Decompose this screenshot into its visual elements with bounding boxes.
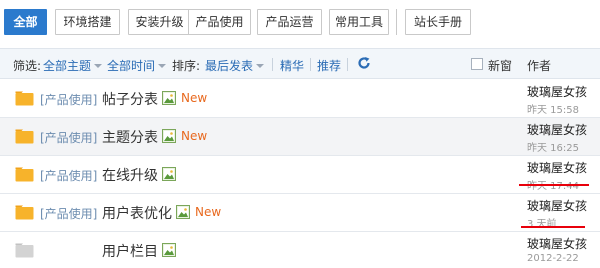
- red-underline-annotation: [519, 184, 589, 186]
- folder-icon: [15, 91, 34, 106]
- thread-date: 昨天 16:25: [527, 143, 579, 154]
- folder-icon: [15, 243, 34, 258]
- thread-title-link[interactable]: 主题分表: [102, 127, 158, 147]
- recommend-link[interactable]: 推荐: [317, 57, 341, 74]
- new-badge: New: [181, 91, 208, 105]
- time-filter-dropdown[interactable]: 全部时间: [107, 57, 167, 74]
- tab-product-usage[interactable]: 产品使用: [188, 9, 251, 35]
- thread-row[interactable]: [产品使用] 用户表优化 New 玻璃屋女孩 3 天前: [0, 194, 600, 232]
- thread-author-link[interactable]: 玻璃屋女孩: [527, 159, 587, 176]
- thread-prefix-link[interactable]: [产品使用]: [40, 91, 97, 108]
- thread-title-link[interactable]: 用户表优化: [102, 203, 172, 223]
- thread-author-link[interactable]: 玻璃屋女孩: [527, 83, 587, 100]
- thread-author-link[interactable]: 玻璃屋女孩: [527, 121, 587, 138]
- time-filter-label: 全部时间: [107, 59, 156, 73]
- tab-install-upgrade[interactable]: 安装升级: [128, 9, 191, 35]
- thread-date: 昨天 15:58: [527, 105, 579, 116]
- filter-label: 筛选:: [13, 59, 42, 73]
- thread-prefix-link[interactable]: [产品使用]: [40, 167, 97, 184]
- filter-divider: [347, 58, 348, 71]
- filter-bar: 筛选: 全部主题 全部时间 排序: 最后发表 精华 推荐 新窗 作者: [0, 48, 600, 79]
- new-badge: New: [181, 129, 208, 143]
- filter-divider: [272, 58, 273, 71]
- image-attachment-icon: [162, 167, 176, 181]
- new-badge: New: [195, 205, 222, 219]
- tab-all[interactable]: 全部: [4, 9, 47, 35]
- tab-product-operations[interactable]: 产品运营: [257, 9, 322, 35]
- new-window-checkbox[interactable]: [471, 58, 483, 70]
- sort-value-label: 最后发表: [205, 59, 254, 73]
- image-attachment-icon: [162, 243, 176, 257]
- sort-dropdown[interactable]: 最后发表: [205, 57, 265, 74]
- folder-icon: [15, 167, 34, 182]
- thread-author-link[interactable]: 玻璃屋女孩: [527, 197, 587, 214]
- folder-icon: [15, 129, 34, 144]
- topic-filter-dropdown[interactable]: 全部主题: [43, 57, 103, 74]
- thread-title-link[interactable]: 帖子分表: [102, 89, 158, 109]
- chevron-down-icon: [158, 63, 167, 68]
- folder-icon: [15, 205, 34, 220]
- category-tab-bar: 全部 环境搭建 安装升级 产品使用 产品运营 常用工具 站长手册: [0, 0, 600, 45]
- thread-row[interactable]: [产品使用] 帖子分表 New 玻璃屋女孩昨天 15:58: [0, 80, 600, 118]
- thread-row[interactable]: 用户栏目 玻璃屋女孩 2012-2-22: [0, 232, 600, 268]
- author-column-header: 作者: [527, 59, 552, 73]
- new-window-label: 新窗: [488, 59, 513, 73]
- topic-filter-label: 全部主题: [43, 59, 92, 73]
- tab-webmaster-manual[interactable]: 站长手册: [405, 9, 471, 35]
- thread-title-link[interactable]: 在线升级: [102, 165, 158, 185]
- digest-link[interactable]: 精华: [280, 57, 304, 74]
- thread-prefix-link[interactable]: [产品使用]: [40, 205, 97, 222]
- tab-common-tools[interactable]: 常用工具: [329, 9, 389, 35]
- image-attachment-icon: [162, 129, 176, 143]
- thread-row[interactable]: [产品使用] 主题分表 New 玻璃屋女孩昨天 16:25: [0, 118, 600, 156]
- refresh-icon[interactable]: [357, 56, 371, 70]
- red-underline-annotation: [521, 226, 585, 228]
- filter-divider: [310, 58, 311, 71]
- sort-label: 排序:: [172, 59, 201, 73]
- chevron-down-icon: [94, 63, 103, 68]
- thread-prefix-link[interactable]: [产品使用]: [40, 129, 97, 146]
- image-attachment-icon: [176, 205, 190, 219]
- thread-title-link[interactable]: 用户栏目: [102, 241, 158, 261]
- thread-row[interactable]: [产品使用] 在线升级 玻璃屋女孩 昨天 17:44: [0, 156, 600, 194]
- image-attachment-icon: [162, 91, 176, 105]
- thread-date: 2012-2-22: [527, 253, 579, 264]
- tab-environment-setup[interactable]: 环境搭建: [55, 9, 120, 35]
- chevron-down-icon: [256, 63, 265, 68]
- tab-divider: [396, 9, 397, 35]
- thread-author-link[interactable]: 玻璃屋女孩: [527, 235, 587, 252]
